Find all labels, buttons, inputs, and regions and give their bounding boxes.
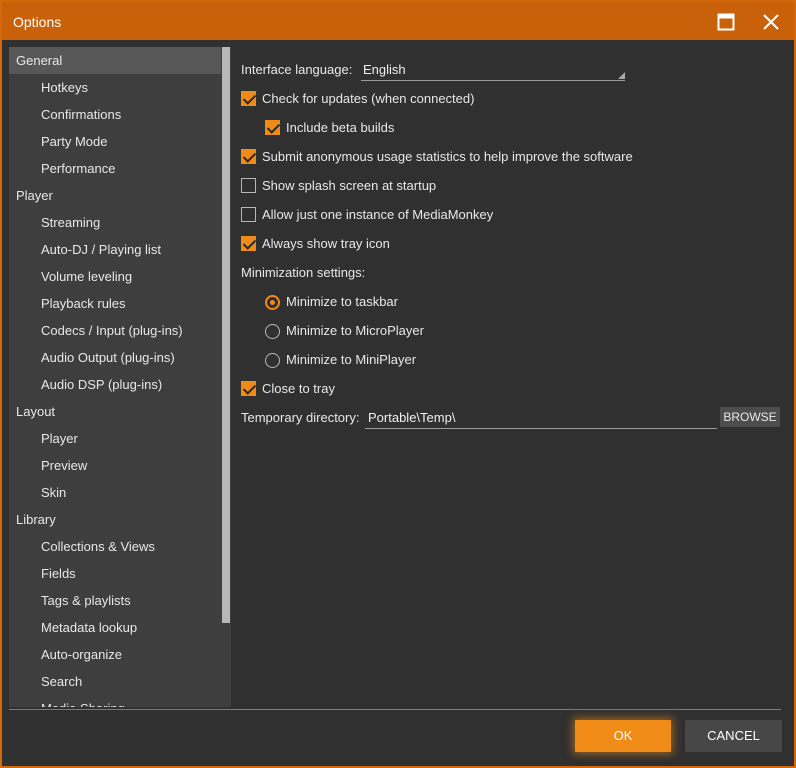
sidebar-item-tags-playlists[interactable]: Tags & playlists <box>9 587 231 614</box>
options-category-tree: General Hotkeys Confirmations Party Mode Per… <box>9 47 231 707</box>
min-microplayer-label: Minimize to MicroPlayer <box>286 323 424 338</box>
sidebar-item-codecs-input-plug-ins[interactable]: Codecs / Input (plug-ins) <box>9 317 231 344</box>
check-updates-checkbox[interactable] <box>241 91 256 106</box>
usage-stats-label: Submit anonymous usage statistics to hel… <box>262 149 633 164</box>
sidebar-item-library[interactable]: Library <box>9 506 231 533</box>
usage-stats-checkbox[interactable] <box>241 149 256 164</box>
sidebar-item-playback-rules[interactable]: Playback rules <box>9 290 231 317</box>
sidebar-item-player[interactable]: Player <box>9 425 231 452</box>
sidebar-item-volume-leveling[interactable]: Volume leveling <box>9 263 231 290</box>
sidebar-item-search[interactable]: Search <box>9 668 231 695</box>
close-icon <box>763 14 779 30</box>
min-taskbar-label: Minimize to taskbar <box>286 294 398 309</box>
sidebar-item-media-sharing[interactable]: Media Sharing <box>9 695 231 707</box>
tray-icon-checkbox[interactable] <box>241 236 256 251</box>
minimization-label: Minimization settings: <box>241 265 366 280</box>
sidebar-item-audio-output-plug-ins[interactable]: Audio Output (plug-ins) <box>9 344 231 371</box>
temp-dir-row: Temporary directory: BROWSE <box>241 407 786 429</box>
close-tray-checkbox[interactable] <box>241 381 256 396</box>
temp-dir-input[interactable] <box>365 407 717 429</box>
window-title: Options <box>13 14 62 30</box>
language-row: Interface language: English <box>241 59 786 81</box>
sidebar-item-party-mode[interactable]: Party Mode <box>9 128 231 155</box>
check-updates-label: Check for updates (when connected) <box>262 91 475 106</box>
min-taskbar-radio[interactable] <box>265 295 280 310</box>
sidebar-item-auto-organize[interactable]: Auto-organize <box>9 641 231 668</box>
sidebar-item-confirmations[interactable]: Confirmations <box>9 101 231 128</box>
language-label: Interface language: <box>241 62 353 77</box>
sidebar-scrollbar[interactable] <box>221 47 231 707</box>
sidebar-item-general[interactable]: General <box>9 47 221 74</box>
close-tray-label: Close to tray <box>262 381 335 396</box>
beta-builds-label: Include beta builds <box>286 120 395 135</box>
sidebar-item-metadata-lookup[interactable]: Metadata lookup <box>9 614 231 641</box>
title-bar: Options <box>2 2 794 40</box>
splash-checkbox[interactable] <box>241 178 256 193</box>
language-value: English <box>363 62 406 77</box>
sidebar-item-player[interactable]: Player <box>9 182 231 209</box>
minimization-heading-row: Minimization settings: <box>241 262 365 284</box>
temp-dir-label: Temporary directory: <box>241 410 360 425</box>
cancel-button[interactable]: CANCEL <box>685 720 782 752</box>
sidebar-item-skin[interactable]: Skin <box>9 479 231 506</box>
options-window: Options General Hotkeys Confirmations Party… <box>0 0 796 768</box>
sidebar-scroll-thumb[interactable] <box>222 47 230 623</box>
sidebar-item-layout[interactable]: Layout <box>9 398 231 425</box>
sidebar-item-performance[interactable]: Performance <box>9 155 231 182</box>
footer-divider <box>9 709 781 710</box>
min-miniplayer-label: Minimize to MiniPlayer <box>286 352 417 367</box>
beta-builds-checkbox[interactable] <box>265 120 280 135</box>
splash-label: Show splash screen at startup <box>262 178 437 193</box>
sidebar-item-auto-dj-playing-list[interactable]: Auto-DJ / Playing list <box>9 236 231 263</box>
min-miniplayer-radio[interactable] <box>265 353 280 368</box>
sidebar-item-hotkeys[interactable]: Hotkeys <box>9 74 231 101</box>
browse-button[interactable]: BROWSE <box>720 407 780 427</box>
tray-icon-label: Always show tray icon <box>262 236 390 251</box>
maximize-icon <box>717 13 735 31</box>
ok-button[interactable]: OK <box>575 720 671 752</box>
dropdown-arrow-icon <box>618 72 625 79</box>
sidebar-item-streaming[interactable]: Streaming <box>9 209 231 236</box>
maximize-button[interactable] <box>707 6 747 38</box>
language-dropdown[interactable]: English <box>361 59 625 81</box>
min-microplayer-radio[interactable] <box>265 324 280 339</box>
sidebar-item-collections-views[interactable]: Collections & Views <box>9 533 231 560</box>
sidebar-item-fields[interactable]: Fields <box>9 560 231 587</box>
sidebar-item-preview[interactable]: Preview <box>9 452 231 479</box>
close-button[interactable] <box>752 6 792 38</box>
one-instance-label: Allow just one instance of MediaMonkey <box>262 207 494 222</box>
sidebar-item-audio-dsp-plug-ins[interactable]: Audio DSP (plug-ins) <box>9 371 231 398</box>
one-instance-checkbox[interactable] <box>241 207 256 222</box>
tree-list: General Hotkeys Confirmations Party Mode Per… <box>9 47 231 707</box>
